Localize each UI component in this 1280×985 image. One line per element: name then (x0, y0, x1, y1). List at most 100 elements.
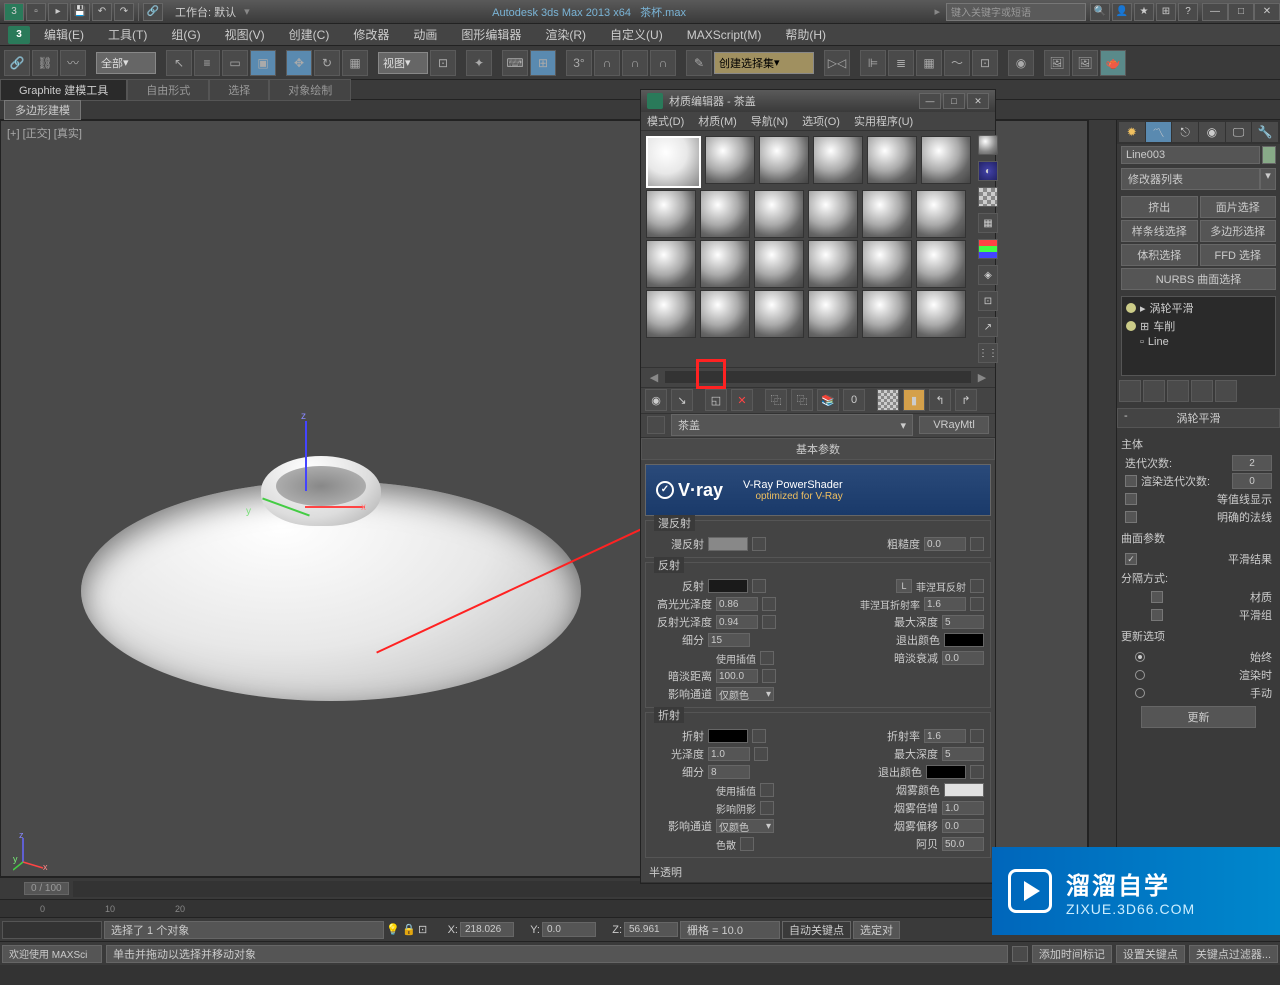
angle-snap-icon[interactable]: 3° (566, 50, 592, 76)
graphite-icon[interactable]: ▦ (916, 50, 942, 76)
stack-item-turbosmooth[interactable]: ▸涡轮平滑 (1124, 299, 1273, 317)
sample-slot[interactable] (862, 290, 912, 338)
sample-slot[interactable] (700, 240, 750, 288)
maxscript-listener[interactable]: 欢迎使用 MAXSci (2, 945, 102, 963)
assign-to-selection-icon[interactable]: ◱ (705, 389, 727, 411)
btn-nurbs-select[interactable]: NURBS 曲面选择 (1121, 268, 1276, 290)
time-slider[interactable]: 0 / 100 (24, 882, 69, 895)
sample-slot[interactable] (646, 136, 701, 188)
btn-extrude[interactable]: 挤出 (1121, 196, 1198, 218)
curve-editor-icon[interactable]: 〜 (944, 50, 970, 76)
sample-slot[interactable] (705, 136, 755, 184)
make-preview-icon[interactable]: ◈ (978, 265, 998, 285)
selection-filter-dropdown[interactable]: 全部 ▾ (96, 52, 156, 74)
sample-slot[interactable] (862, 240, 912, 288)
material-checkbox[interactable] (1151, 591, 1163, 603)
tab-paint[interactable]: 对象绘制 (269, 79, 351, 101)
refr-affect-dropdown[interactable]: 仅颜色▾ (716, 819, 774, 833)
percent-snap-icon[interactable]: ∩ (594, 50, 620, 76)
show-end-result-icon[interactable]: ▮ (903, 389, 925, 411)
make-unique-icon[interactable]: ⿻ (791, 389, 813, 411)
time-config-icon[interactable]: ⊡ (418, 923, 432, 937)
sample-slot[interactable] (916, 190, 966, 238)
options-icon[interactable]: ⊡ (978, 291, 998, 311)
backlight-icon[interactable]: ◐ (978, 161, 998, 181)
mat-menu-options[interactable]: 选项(O) (802, 113, 840, 129)
menu-create[interactable]: 创建(C) (279, 24, 340, 45)
video-color-check-icon[interactable] (978, 239, 998, 259)
rect-select-icon[interactable]: ▭ (222, 50, 248, 76)
isoline-checkbox[interactable] (1125, 493, 1137, 505)
sample-slot[interactable] (646, 240, 696, 288)
mat-close-icon[interactable]: ✕ (967, 93, 989, 109)
menu-maxscript[interactable]: MAXScript(M) (677, 26, 772, 44)
reflect-swatch[interactable] (708, 579, 748, 593)
sample-slot[interactable] (808, 190, 858, 238)
window-crossing-icon[interactable]: ▣ (250, 50, 276, 76)
fog-color-swatch[interactable] (944, 783, 984, 797)
exchange-icon[interactable]: ⊞ (1156, 3, 1176, 21)
help-search-input[interactable]: 键入关键字或短语 (946, 3, 1086, 21)
use-pivot-icon[interactable]: ⊡ (430, 50, 456, 76)
menu-modifiers[interactable]: 修改器 (343, 24, 399, 45)
menu-views[interactable]: 视图(V) (215, 24, 275, 45)
rollout-turbosmooth[interactable]: -涡轮平滑 (1117, 408, 1280, 428)
open-icon[interactable]: ▸ (48, 3, 68, 21)
menu-grapheditors[interactable]: 图形编辑器 (451, 24, 531, 45)
unlink-tool-icon[interactable]: ⛓ (32, 50, 58, 76)
mat-menu-material[interactable]: 材质(M) (698, 113, 737, 129)
minimize-icon[interactable]: — (1202, 3, 1228, 21)
remove-mod-icon[interactable] (1191, 380, 1213, 402)
sample-slot[interactable] (862, 190, 912, 238)
sample-slot[interactable] (754, 240, 804, 288)
exit-color-swatch[interactable] (944, 633, 984, 647)
put-to-scene-icon[interactable]: ↘ (671, 389, 693, 411)
material-editor-titlebar[interactable]: 材质编辑器 - 茶盖 — □ ✕ (641, 90, 995, 112)
roughness-spinner[interactable]: 0.0 (924, 537, 966, 551)
bulb-icon[interactable] (1126, 303, 1136, 313)
new-icon[interactable]: ▫ (26, 3, 46, 21)
tab-modify-icon[interactable]: 〽 (1146, 122, 1172, 142)
viewport-label[interactable]: [+] [正交] [真实] (7, 125, 82, 141)
reference-coord-dropdown[interactable]: 视图 ▾ (378, 52, 428, 74)
mat-maximize-icon[interactable]: □ (943, 93, 965, 109)
smoothgrp-checkbox[interactable] (1151, 609, 1163, 621)
select-manipulate-icon[interactable]: ✦ (466, 50, 492, 76)
z-coord-input[interactable]: 56.961 (624, 922, 678, 937)
modifier-list-dropdown[interactable]: 修改器列表 (1121, 168, 1260, 190)
refl-subdiv-spinner[interactable]: 15 (708, 633, 750, 647)
tab-utilities-icon[interactable]: 🔧 (1252, 122, 1278, 142)
sample-scrollbar[interactable]: ◀▶ (641, 367, 995, 388)
maximize-icon[interactable]: □ (1228, 3, 1254, 21)
polygon-modeling-dropdown[interactable]: 多边形建模 (4, 100, 81, 120)
sample-slot[interactable] (813, 136, 863, 184)
material-editor-icon[interactable]: ◉ (1008, 50, 1034, 76)
reflect-map-button[interactable] (752, 579, 766, 593)
menu-edit[interactable]: 编辑(E) (34, 24, 94, 45)
sample-slot[interactable] (916, 240, 966, 288)
radio-manual[interactable] (1135, 688, 1145, 698)
add-timetag[interactable]: 添加时间标记 (1032, 945, 1112, 963)
sample-slot[interactable] (808, 290, 858, 338)
rollout-basic-params[interactable]: 基本参数 (641, 438, 995, 460)
edged-faces-icon[interactable]: ∩ (650, 50, 676, 76)
refract-swatch[interactable] (708, 729, 748, 743)
go-to-parent-icon[interactable]: ↰ (929, 389, 951, 411)
render-icon[interactable]: 🫖 (1100, 50, 1126, 76)
mat-minimize-icon[interactable]: — (919, 93, 941, 109)
sample-slot[interactable] (700, 290, 750, 338)
mirror-icon[interactable]: ▷◁ (824, 50, 850, 76)
get-material-icon[interactable]: ◉ (645, 389, 667, 411)
layers-icon[interactable]: ≣ (888, 50, 914, 76)
tab-hierarchy-icon[interactable]: ⎋ (1172, 122, 1198, 142)
lock-status-icon[interactable]: 🔒 (402, 923, 416, 937)
undo-icon[interactable]: ↶ (92, 3, 112, 21)
set-key-button[interactable]: 设置关键点 (1116, 945, 1185, 963)
sample-slot[interactable] (921, 136, 971, 184)
modifier-stack[interactable]: ▸涡轮平滑 ⊞车削 ▫Line (1121, 296, 1276, 376)
sample-slot[interactable] (916, 290, 966, 338)
select-by-mat-icon[interactable]: ↗ (978, 317, 998, 337)
mat-menu-navigation[interactable]: 导航(N) (751, 113, 788, 129)
link-tool-icon[interactable]: 🔗 (4, 50, 30, 76)
favorite-icon[interactable]: ★ (1134, 3, 1154, 21)
